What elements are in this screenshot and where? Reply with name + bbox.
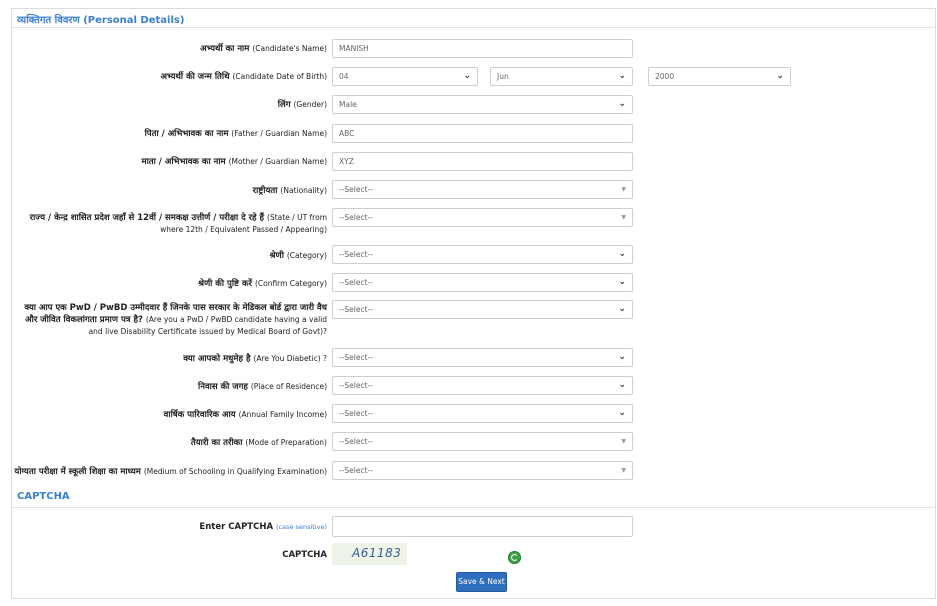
mother-name-label: माता / अभिभावक का नाम (Mother / Guardian… [141,157,328,167]
caret-down-icon: ▼ [621,467,626,474]
pwd-select[interactable]: --Select-- ⌄ [332,300,633,319]
chevron-down-icon: ⌄ [618,277,626,287]
gender-label: लिंग (Gender) [277,100,327,110]
state-select[interactable]: --Select-- ▼ [332,208,633,227]
chevron-down-icon: ⌄ [776,71,784,81]
captcha-label: CAPTCHA [282,550,327,560]
category-label: श्रेणी (Category) [269,251,327,261]
chevron-down-icon: ⌄ [618,99,626,109]
section-title-captcha: CAPTCHA [17,491,70,502]
chevron-down-icon: ⌄ [463,71,471,81]
medium-label: योग्यता परीक्षा में स्कूली शिक्षा का माध… [14,467,327,477]
residence-select[interactable]: --Select-- ⌄ [332,376,633,395]
caret-down-icon: ▼ [621,186,626,193]
gender-select[interactable]: Male ⌄ [332,95,633,114]
diabetic-select[interactable]: --Select-- ⌄ [332,348,633,367]
father-name-label: पिता / अभिभावक का नाम (Father / Guardian… [144,129,327,139]
pwd-label: क्या आप एक PwD / PwBD उम्मीदवार हैं जिनक… [24,303,327,336]
save-next-button[interactable]: Save & Next [456,572,507,592]
divider [12,27,936,28]
chevron-down-icon: ⌄ [618,408,626,418]
residence-label: निवास की जगह (Place of Residence) [198,382,327,392]
category-select[interactable]: --Select-- ⌄ [332,245,633,264]
dob-label: अभ्यर्थी की जन्म तिथि (Candidate Date of… [160,72,327,82]
medium-select[interactable]: --Select-- ▼ [332,461,633,480]
confirm-category-select[interactable]: --Select-- ⌄ [332,273,633,292]
chevron-down-icon: ⌄ [618,352,626,362]
chevron-down-icon: ⌄ [618,380,626,390]
diabetic-label: क्या आपको मधुमेह है (Are You Diabetic) ? [183,354,327,364]
refresh-icon[interactable] [508,551,521,564]
caret-down-icon: ▼ [621,438,626,445]
divider [12,507,936,508]
mother-name-input[interactable]: XYZ [332,152,633,171]
captcha-image: A61183 [332,543,407,565]
chevron-down-icon: ⌄ [618,71,626,81]
section-title-en: (Personal Details) [83,15,185,26]
name-label: अभ्यर्थी का नाम (Candidate's Name) [200,44,327,54]
income-label: वार्षिक पारिवारिक आय (Annual Family Inco… [163,410,327,420]
income-select[interactable]: --Select-- ⌄ [332,404,633,423]
chevron-down-icon: ⌄ [618,249,626,259]
dob-day-select[interactable]: 04 ⌄ [332,67,478,86]
nationality-label: राष्ट्रीयता (Nationality) [252,186,327,196]
captcha-code: A61183 [352,546,402,560]
confirm-category-label: श्रेणी की पुष्टि करें (Confirm Category) [197,279,327,289]
state-label: राज्य / केन्द्र शासित प्रदेश जहाँ से 12व… [29,213,327,234]
enter-captcha-label: Enter CAPTCHA (case sensitive) [199,522,327,532]
preparation-select[interactable]: --Select-- ▼ [332,432,633,451]
dob-month-select[interactable]: Jun ⌄ [490,67,633,86]
caret-down-icon: ▼ [621,214,626,221]
dob-year-select[interactable]: 2000 ⌄ [648,67,791,86]
chevron-down-icon: ⌄ [618,304,626,314]
section-title-personal: व्यक्तिगत विवरण (Personal Details) [17,12,184,26]
nationality-select[interactable]: --Select-- ▼ [332,180,633,199]
candidate-name-input[interactable]: MANISH [332,39,633,58]
preparation-label: तैयारी का तरीका (Mode of Preparation) [190,438,327,448]
section-title-hi: व्यक्तिगत विवरण [17,15,80,26]
captcha-input[interactable] [332,516,633,537]
father-name-input[interactable]: ABC [332,124,633,143]
